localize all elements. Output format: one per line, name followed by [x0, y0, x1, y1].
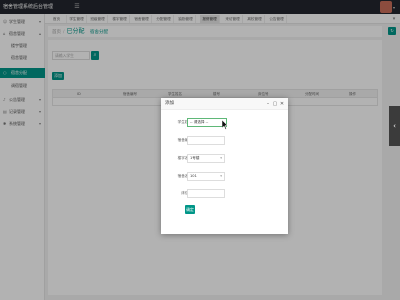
room-select[interactable]: 101 ▾ — [187, 172, 225, 181]
student-select[interactable]: -- 请选择 -- — [187, 118, 227, 127]
submit-button[interactable]: 确定 — [185, 205, 195, 214]
chevron-left-icon: ‹ — [393, 122, 396, 130]
chevron-down-icon: ▾ — [220, 174, 222, 178]
bed-number-input[interactable] — [187, 189, 225, 198]
dialog-header: 添加 – ▢ ✕ — [161, 98, 288, 110]
add-dialog: 添加 – ▢ ✕ 学生姓名 -- 请选择 -- 宿舍编号 楼宇名称 1号楼 ▾ … — [161, 98, 288, 234]
close-icon[interactable]: ✕ — [279, 100, 285, 108]
room-select-value: 101 — [190, 174, 197, 178]
expand-handle[interactable]: ‹ — [389, 106, 400, 146]
maximize-icon[interactable]: ▢ — [272, 100, 278, 108]
student-select-value: -- 请选择 -- — [190, 120, 209, 124]
dialog-title: 添加 — [165, 101, 174, 106]
building-select[interactable]: 1号楼 ▾ — [187, 154, 225, 163]
mouse-cursor-icon — [222, 120, 228, 130]
minimize-icon[interactable]: – — [265, 100, 271, 108]
building-select-value: 1号楼 — [190, 156, 200, 160]
dorm-number-input[interactable] — [187, 136, 225, 145]
chevron-down-icon: ▾ — [220, 156, 222, 160]
